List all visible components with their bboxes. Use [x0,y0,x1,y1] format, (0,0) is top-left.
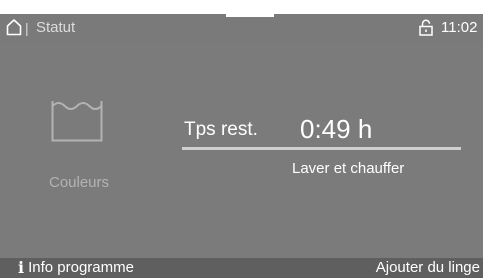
lock-icon [419,19,433,36]
top-notch [226,0,274,17]
program-status-panel: Couleurs Tps rest. 0:49 h Laver et chauf… [0,42,483,258]
remaining-time-label: Tps rest. [184,119,258,140]
info-programme-button[interactable]: i Info programme [18,258,134,278]
bottom-bar: i Info programme Ajouter du linge [0,258,483,278]
remaining-time-value: 0:49 h [300,114,373,144]
program-phase: Laver et chauffer [292,160,405,177]
wash-tub-icon [51,101,103,142]
status-separator: | [25,20,29,36]
clock: 11:02 [441,19,478,36]
info-programme-label: Info programme [28,259,134,276]
info-icon: i [18,258,25,277]
washer-display: | Statut 11:02 Couleurs Tps rest. 0:49 h… [0,0,483,278]
status-title: Statut [36,19,76,36]
add-laundry-button[interactable]: Ajouter du linge [376,258,480,278]
divider [182,147,461,150]
home-icon[interactable] [6,18,22,36]
status-bar: | Statut 11:02 [0,14,483,42]
program-name: Couleurs [48,174,110,191]
